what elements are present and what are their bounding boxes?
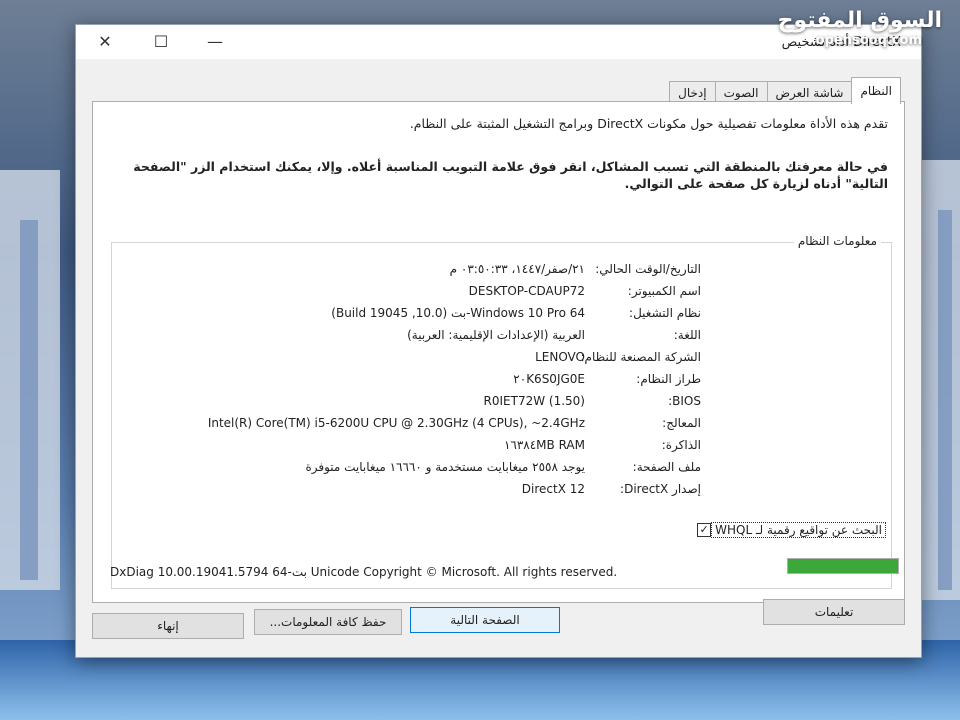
- background-slat: [20, 220, 38, 580]
- whql-label[interactable]: البحث عن تواقيع رقمية لـ WHQL: [711, 522, 886, 538]
- info-value: R0IET72W (1.50): [483, 394, 585, 408]
- info-row-model: طراز النظام: ٢٠K6S0JG0E: [513, 369, 701, 389]
- whql-checkbox[interactable]: ✓: [697, 523, 712, 537]
- info-label: إصدار DirectX:: [620, 482, 701, 496]
- intro-text: تقدم هذه الأداة معلومات تفصيلية حول مكون…: [409, 116, 888, 131]
- system-tab-panel: تقدم هذه الأداة معلومات تفصيلية حول مكون…: [92, 101, 905, 603]
- exit-button[interactable]: إنهاء: [92, 613, 244, 639]
- info-row-processor: المعالج: Intel(R) Core(TM) i5-6200U CPU …: [208, 413, 701, 433]
- progress-bar: [787, 558, 899, 574]
- info-value: العربية (الإعدادات الإقليمية: العربية): [407, 328, 585, 342]
- info-value: LENOVO: [535, 350, 585, 364]
- maximize-icon[interactable]: ☐: [146, 31, 176, 53]
- info-label: المعالج:: [662, 416, 701, 430]
- save-all-info-button[interactable]: حفظ كافة المعلومات...: [254, 609, 402, 635]
- info-label: BIOS:: [668, 394, 701, 408]
- info-value: Windows 10 Pro 64-بت (10.0, Build 19045): [331, 306, 585, 320]
- help-button[interactable]: تعليمات: [763, 599, 905, 625]
- info-value: DirectX 12: [521, 482, 585, 496]
- info-value: ٢١/صفر/١٤٤٧، ٠٣:٥٠:٣٣ م: [449, 262, 585, 276]
- info-label: اسم الكمبيوتر:: [627, 284, 701, 298]
- watermark-arabic: السوق المفتوح: [777, 8, 942, 33]
- opensooq-watermark: السوق المفتوح opensooq.com: [742, 8, 942, 68]
- info-label: ملف الصفحة:: [632, 460, 701, 474]
- info-row-os: نظام التشغيل: Windows 10 Pro 64-بت (10.0…: [331, 303, 701, 323]
- copyright-text: DxDiag 10.00.19041.5794 64-بت Unicode Co…: [110, 565, 618, 579]
- info-row-page-file: ملف الصفحة: يوجد ٢٥٥٨ ميغابايت مستخدمة و…: [305, 457, 701, 477]
- info-row-memory: الذاكرة: ١٦٣٨٤MB RAM: [504, 435, 701, 455]
- info-label: طراز النظام:: [636, 372, 701, 386]
- whql-checkbox-row[interactable]: ✓ البحث عن تواقيع رقمية لـ WHQL: [691, 522, 886, 538]
- info-value: يوجد ٢٥٥٨ ميغابايت مستخدمة و ١٦٦٦٠ ميغاب…: [305, 460, 585, 474]
- info-label: التاريخ/الوقت الحالي:: [595, 262, 701, 276]
- info-row-computer-name: اسم الكمبيوتر: DESKTOP-CDAUP72: [469, 281, 701, 301]
- info-label: نظام التشغيل:: [629, 306, 701, 320]
- info-row-datetime: التاريخ/الوقت الحالي: ٢١/صفر/١٤٤٧، ٠٣:٥٠…: [450, 259, 701, 279]
- tab-system[interactable]: النظام: [851, 77, 901, 104]
- progress-fill: [788, 559, 898, 573]
- info-row-bios: BIOS: R0IET72W (1.50): [484, 391, 701, 411]
- info-value: ١٦٣٨٤MB RAM: [503, 438, 585, 452]
- info-label: اللغة:: [673, 328, 701, 342]
- close-icon[interactable]: ✕: [90, 31, 120, 53]
- info-value: DESKTOP-CDAUP72: [468, 284, 585, 298]
- watermark-english: opensooq.com: [815, 33, 922, 48]
- next-page-button[interactable]: الصفحة التالية: [410, 607, 560, 633]
- dxdiag-window: ✕ ☐ — DirectX أداة تشخيص النظام شاشة الع…: [75, 24, 922, 658]
- tab-bar: النظام شاشة العرض الصوت إدخال: [669, 77, 901, 104]
- minimize-icon[interactable]: —: [200, 31, 230, 53]
- info-row-language: اللغة: العربية (الإعدادات الإقليمية: الع…: [407, 325, 701, 345]
- info-row-directx-version: إصدار DirectX: DirectX 12: [522, 479, 701, 499]
- info-label: الذاكرة:: [661, 438, 701, 452]
- info-value: ٢٠K6S0JG0E: [513, 372, 585, 386]
- info-label: الشركة المصنعة للنظام:: [580, 350, 702, 364]
- intro-instructions: في حالة معرفتك بالمنطقة التي تسبب المشاك…: [133, 159, 888, 191]
- background-slat: [938, 210, 952, 590]
- group-label: معلومات النظام: [793, 234, 881, 248]
- info-value: Intel(R) Core(TM) i5-6200U CPU @ 2.30GHz…: [207, 416, 585, 430]
- info-row-manufacturer: الشركة المصنعة للنظام: LENOVO: [535, 347, 701, 367]
